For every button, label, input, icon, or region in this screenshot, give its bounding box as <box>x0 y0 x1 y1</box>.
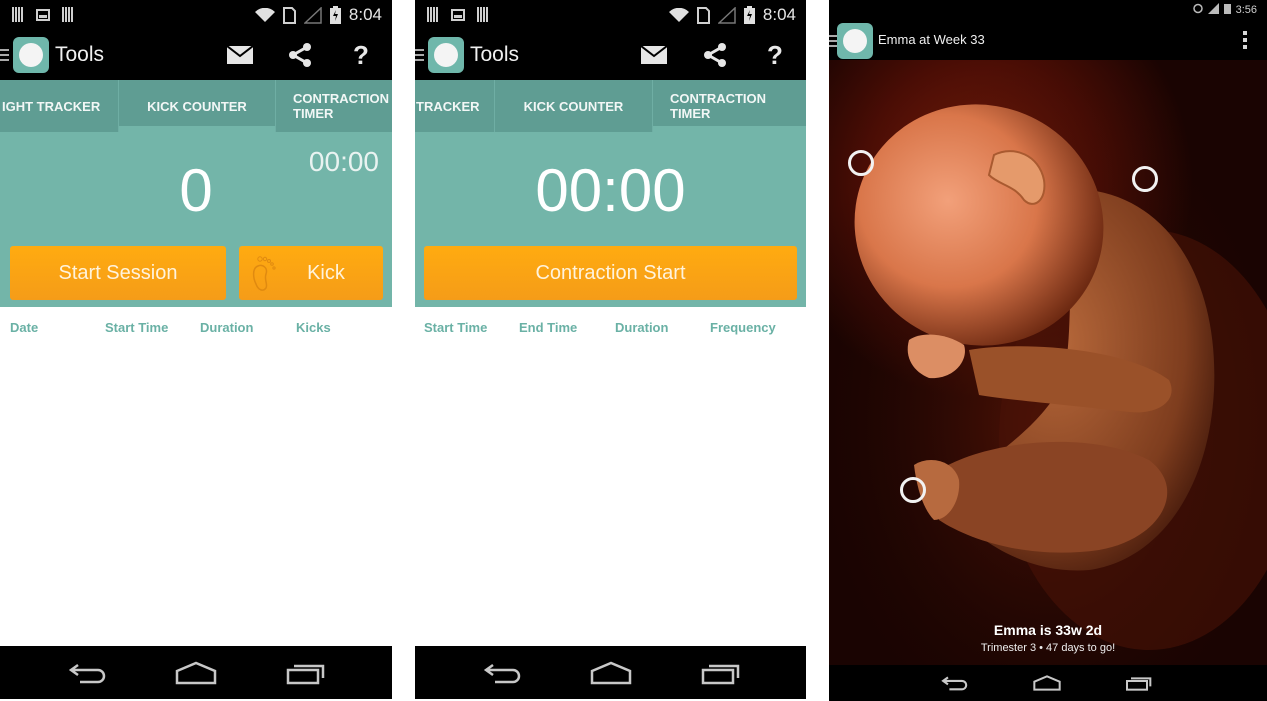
column-header-end-time[interactable]: End Time <box>519 320 577 335</box>
back-icon[interactable] <box>481 660 525 686</box>
tab-label: KICK COUNTER <box>523 98 624 114</box>
sync-icon <box>1192 3 1203 17</box>
column-header-duration[interactable]: Duration <box>615 320 668 335</box>
tool-tabs: TRACKER KICK COUNTER CONTRACTION TIMER <box>415 80 806 132</box>
column-header-kicks[interactable]: Kicks <box>296 320 331 335</box>
clock: 8:04 <box>348 5 382 24</box>
tab-kick-counter[interactable]: KICK COUNTER <box>118 80 275 132</box>
page-title: Tools <box>470 43 520 66</box>
session-timer: 00:00 <box>308 146 379 177</box>
column-header-start-time[interactable]: Start Time <box>424 320 487 335</box>
share-icon[interactable] <box>701 42 729 68</box>
system-nav-bar <box>0 646 392 699</box>
recent-apps-icon[interactable] <box>1117 670 1161 696</box>
kick-count: 0 <box>179 157 213 224</box>
barcode-notification-icon <box>477 7 489 22</box>
battery-icon <box>1223 3 1231 17</box>
kick-button[interactable]: Kick <box>239 246 383 300</box>
system-nav-bar <box>415 646 806 699</box>
column-header-duration[interactable]: Duration <box>200 320 253 335</box>
contraction-history-header: Start Time End Time Duration Frequency <box>415 320 806 338</box>
tab-label: CONTRACTION TIMER <box>293 91 390 121</box>
back-icon[interactable] <box>66 660 110 686</box>
image-notification-icon <box>36 8 50 21</box>
column-header-date[interactable]: Date <box>10 320 38 335</box>
home-icon[interactable] <box>174 660 218 686</box>
contraction-start-button[interactable]: Contraction Start <box>424 246 797 300</box>
tab-weight-tracker[interactable]: TRACKER <box>415 80 494 132</box>
battery-charging-icon <box>329 6 341 24</box>
status-bar: 3:56 <box>829 0 1267 22</box>
start-session-button[interactable]: Start Session <box>10 246 226 300</box>
back-hotspot[interactable] <box>1132 166 1158 192</box>
fetus-image <box>829 60 1267 665</box>
head-hotspot[interactable] <box>848 150 874 176</box>
tool-tabs: IGHT TRACKER KICK COUNTER CONTRACTION TI… <box>0 80 392 132</box>
baby-week-screen: 3:56 Emma at Week 33 Emma is 33w 2d Trim… <box>829 0 1267 701</box>
tab-label: IGHT TRACKER <box>2 98 101 114</box>
image-notification-icon <box>451 8 465 21</box>
app-logo-icon[interactable] <box>13 37 49 73</box>
signal-icon <box>717 6 736 24</box>
share-icon[interactable] <box>286 42 314 68</box>
mail-icon[interactable] <box>640 42 668 68</box>
kick-counter-screen: 8:04 Tools ? IGHT TRACKER KICK COUNTER C… <box>0 0 392 701</box>
sim-card-icon <box>696 6 710 24</box>
status-bar: 8:04 <box>415 0 806 30</box>
kick-counter-panel: 0 00:00 Start Session Kick <box>0 132 392 307</box>
barcode-notification-icon <box>12 7 24 22</box>
page-title: Tools <box>55 43 105 66</box>
signal-icon <box>1207 3 1219 17</box>
tab-contraction-timer[interactable]: CONTRACTION TIMER <box>275 80 392 132</box>
barcode-notification-icon <box>62 7 74 22</box>
battery-charging-icon <box>743 6 755 24</box>
app-logo-icon[interactable] <box>428 37 464 73</box>
status-bar: 8:04 <box>0 0 392 30</box>
column-header-frequency[interactable]: Frequency <box>710 320 776 335</box>
help-icon[interactable]: ? <box>347 40 375 70</box>
foot-hotspot[interactable] <box>900 477 926 503</box>
overflow-menu-icon[interactable] <box>1243 31 1247 49</box>
sim-card-icon <box>282 6 296 24</box>
wifi-icon <box>668 8 689 22</box>
action-bar: Tools ? <box>415 30 806 80</box>
contraction-timer: 00:00 <box>535 157 686 224</box>
drawer-menu-icon[interactable] <box>415 49 424 61</box>
trimester-countdown: Trimester 3 • 47 days to go! <box>980 642 1116 654</box>
system-nav-bar <box>829 665 1267 701</box>
contraction-timer-screen: 8:04 Tools ? TRACKER KICK COUNTER CONTRA… <box>415 0 806 701</box>
action-bar: Tools ? <box>0 30 392 80</box>
tab-label: KICK COUNTER <box>147 98 247 114</box>
home-icon[interactable] <box>589 660 633 686</box>
footprint-icon <box>249 254 281 300</box>
app-logo-icon[interactable] <box>837 23 873 59</box>
action-bar: Emma at Week 33 <box>829 22 1267 60</box>
page-title: Emma at Week 33 <box>878 32 985 47</box>
tab-weight-tracker[interactable]: IGHT TRACKER <box>0 80 118 132</box>
back-icon[interactable] <box>933 670 977 696</box>
baby-illustration <box>829 60 1267 665</box>
wifi-icon <box>254 8 275 22</box>
contraction-timer-panel: 00:00 Contraction Start <box>415 132 806 307</box>
drawer-menu-icon[interactable] <box>0 49 9 61</box>
tab-kick-counter[interactable]: KICK COUNTER <box>494 80 652 132</box>
mail-icon[interactable] <box>226 42 254 68</box>
baby-age-title: Emma is 33w 2d <box>993 622 1103 638</box>
tab-label: TRACKER <box>416 98 480 114</box>
kick-label: Kick <box>307 261 345 284</box>
barcode-notification-icon <box>427 7 439 22</box>
clock: 3:56 <box>1235 4 1257 16</box>
help-icon[interactable]: ? <box>761 40 789 70</box>
tab-contraction-timer[interactable]: CONTRACTION TIMER <box>652 80 806 132</box>
recent-apps-icon[interactable] <box>699 660 743 686</box>
kick-history-header: Date Start Time Duration Kicks <box>0 320 392 338</box>
tab-label: CONTRACTION TIMER <box>670 91 767 121</box>
signal-icon <box>303 6 322 24</box>
column-header-start-time[interactable]: Start Time <box>105 320 168 335</box>
home-icon[interactable] <box>1025 670 1069 696</box>
recent-apps-icon[interactable] <box>284 660 328 686</box>
clock: 8:04 <box>762 5 796 24</box>
